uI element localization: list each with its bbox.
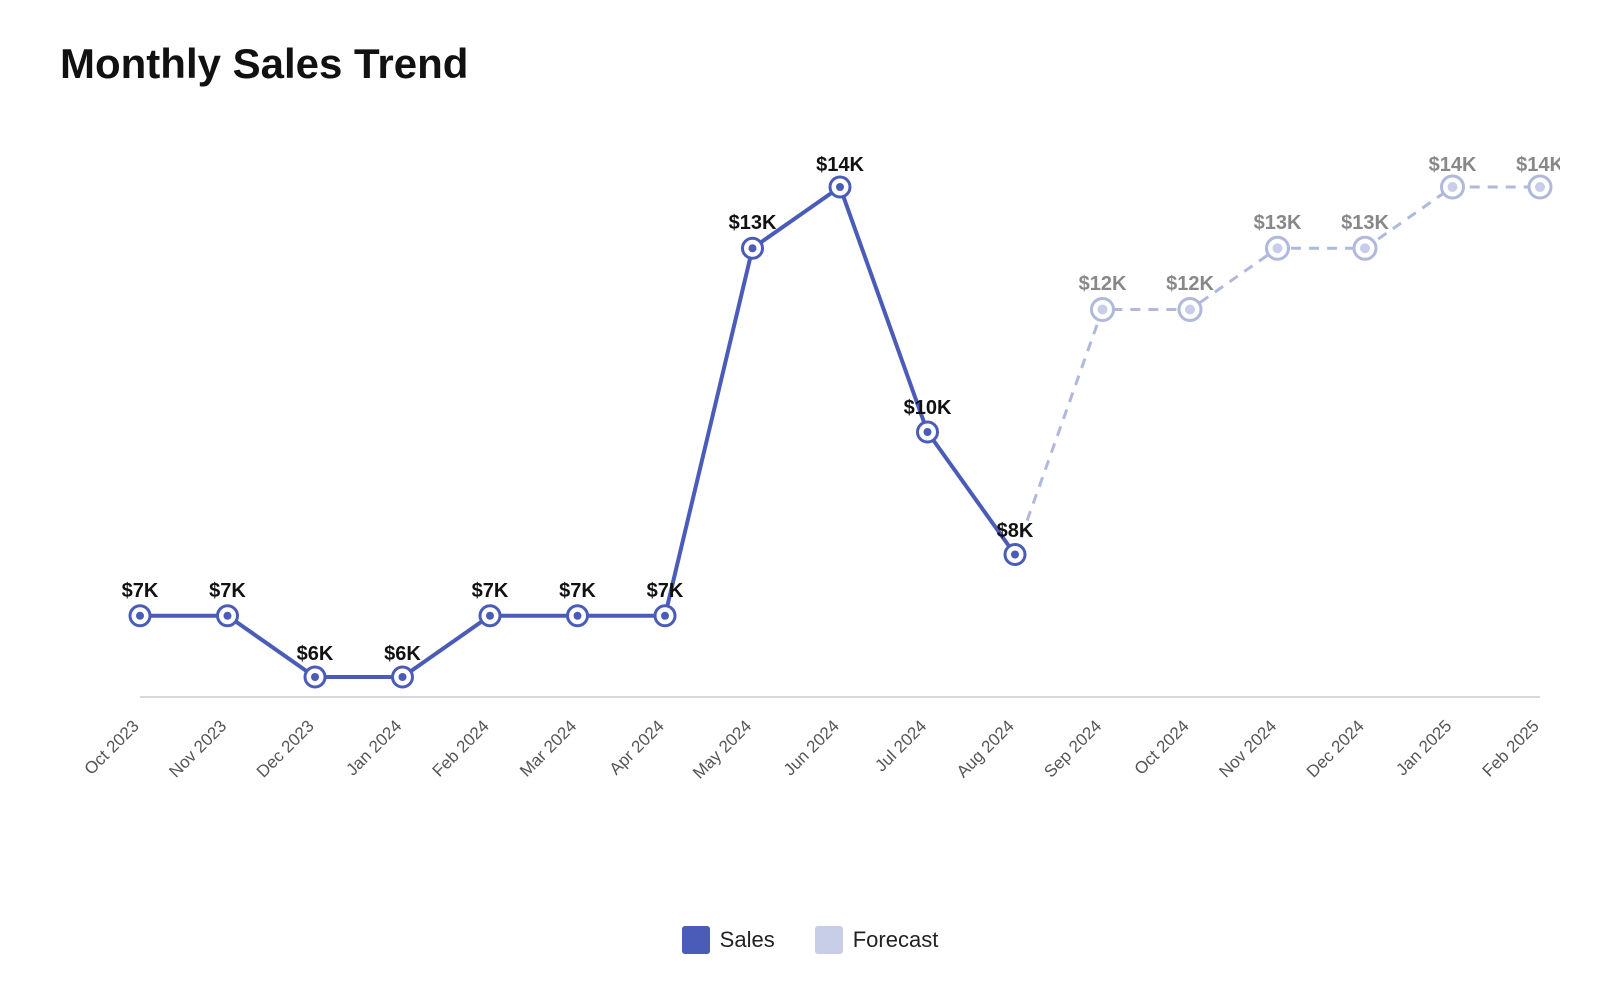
x-axis-labels: Oct 2023 Nov 2023 Dec 2023 Jan 2024 Feb … xyxy=(81,716,1543,782)
sales-line xyxy=(140,187,1015,677)
svg-text:May 2024: May 2024 xyxy=(689,716,755,782)
svg-text:Dec 2023: Dec 2023 xyxy=(253,716,318,781)
svg-text:$13K: $13K xyxy=(1341,212,1389,234)
svg-text:$14K: $14K xyxy=(1516,154,1560,176)
svg-text:$8K: $8K xyxy=(997,520,1034,542)
svg-text:Jan 2024: Jan 2024 xyxy=(342,716,405,779)
svg-text:Feb 2024: Feb 2024 xyxy=(429,716,493,780)
svg-text:Jul 2024: Jul 2024 xyxy=(871,716,930,775)
svg-text:$13K: $13K xyxy=(729,212,777,234)
svg-text:Jun 2024: Jun 2024 xyxy=(780,716,843,779)
svg-text:Oct 2023: Oct 2023 xyxy=(81,716,143,778)
svg-text:Mar 2024: Mar 2024 xyxy=(516,716,580,780)
svg-text:Apr 2024: Apr 2024 xyxy=(606,716,668,778)
svg-text:$14K: $14K xyxy=(1429,154,1477,176)
chart-svg: Oct 2023 Nov 2023 Dec 2023 Jan 2024 Feb … xyxy=(60,108,1560,906)
legend-forecast-label: Forecast xyxy=(853,927,939,953)
svg-text:$6K: $6K xyxy=(297,643,334,665)
legend: Sales Forecast xyxy=(60,906,1560,964)
legend-forecast-icon xyxy=(815,926,843,954)
chart-area: Oct 2023 Nov 2023 Dec 2023 Jan 2024 Feb … xyxy=(60,108,1560,906)
forecast-points xyxy=(1092,176,1552,321)
svg-text:$7K: $7K xyxy=(472,580,509,602)
svg-text:Nov 2023: Nov 2023 xyxy=(165,716,230,781)
svg-text:$14K: $14K xyxy=(816,154,864,176)
svg-text:$6K: $6K xyxy=(384,643,421,665)
svg-text:Feb 2025: Feb 2025 xyxy=(1479,716,1543,780)
legend-item-sales: Sales xyxy=(682,926,775,954)
svg-text:$7K: $7K xyxy=(647,580,684,602)
svg-text:$7K: $7K xyxy=(122,580,159,602)
svg-text:Jan 2025: Jan 2025 xyxy=(1392,716,1455,779)
svg-text:Aug 2024: Aug 2024 xyxy=(953,716,1018,781)
chart-container: Monthly Sales Trend Oct 2023 Nov 2023 De… xyxy=(0,0,1620,994)
legend-sales-icon xyxy=(682,926,710,954)
svg-text:Oct 2024: Oct 2024 xyxy=(1131,716,1193,778)
legend-sales-label: Sales xyxy=(720,927,775,953)
sales-labels: $7K $7K $6K $6K $7K $7K $7K $13K $14K $1… xyxy=(122,154,1034,665)
svg-text:$12K: $12K xyxy=(1079,273,1127,295)
svg-text:$12K: $12K xyxy=(1166,273,1214,295)
svg-text:$7K: $7K xyxy=(209,580,246,602)
svg-text:$10K: $10K xyxy=(904,397,952,419)
svg-text:Sep 2024: Sep 2024 xyxy=(1040,716,1105,781)
sales-points xyxy=(130,177,1025,687)
svg-text:$13K: $13K xyxy=(1254,212,1302,234)
forecast-labels: $12K $12K $13K $13K $14K $14K xyxy=(1079,154,1560,295)
svg-text:Dec 2024: Dec 2024 xyxy=(1303,716,1368,781)
svg-text:$7K: $7K xyxy=(559,580,596,602)
legend-item-forecast: Forecast xyxy=(815,926,939,954)
svg-text:Nov 2024: Nov 2024 xyxy=(1215,716,1280,781)
chart-title: Monthly Sales Trend xyxy=(60,40,1560,88)
